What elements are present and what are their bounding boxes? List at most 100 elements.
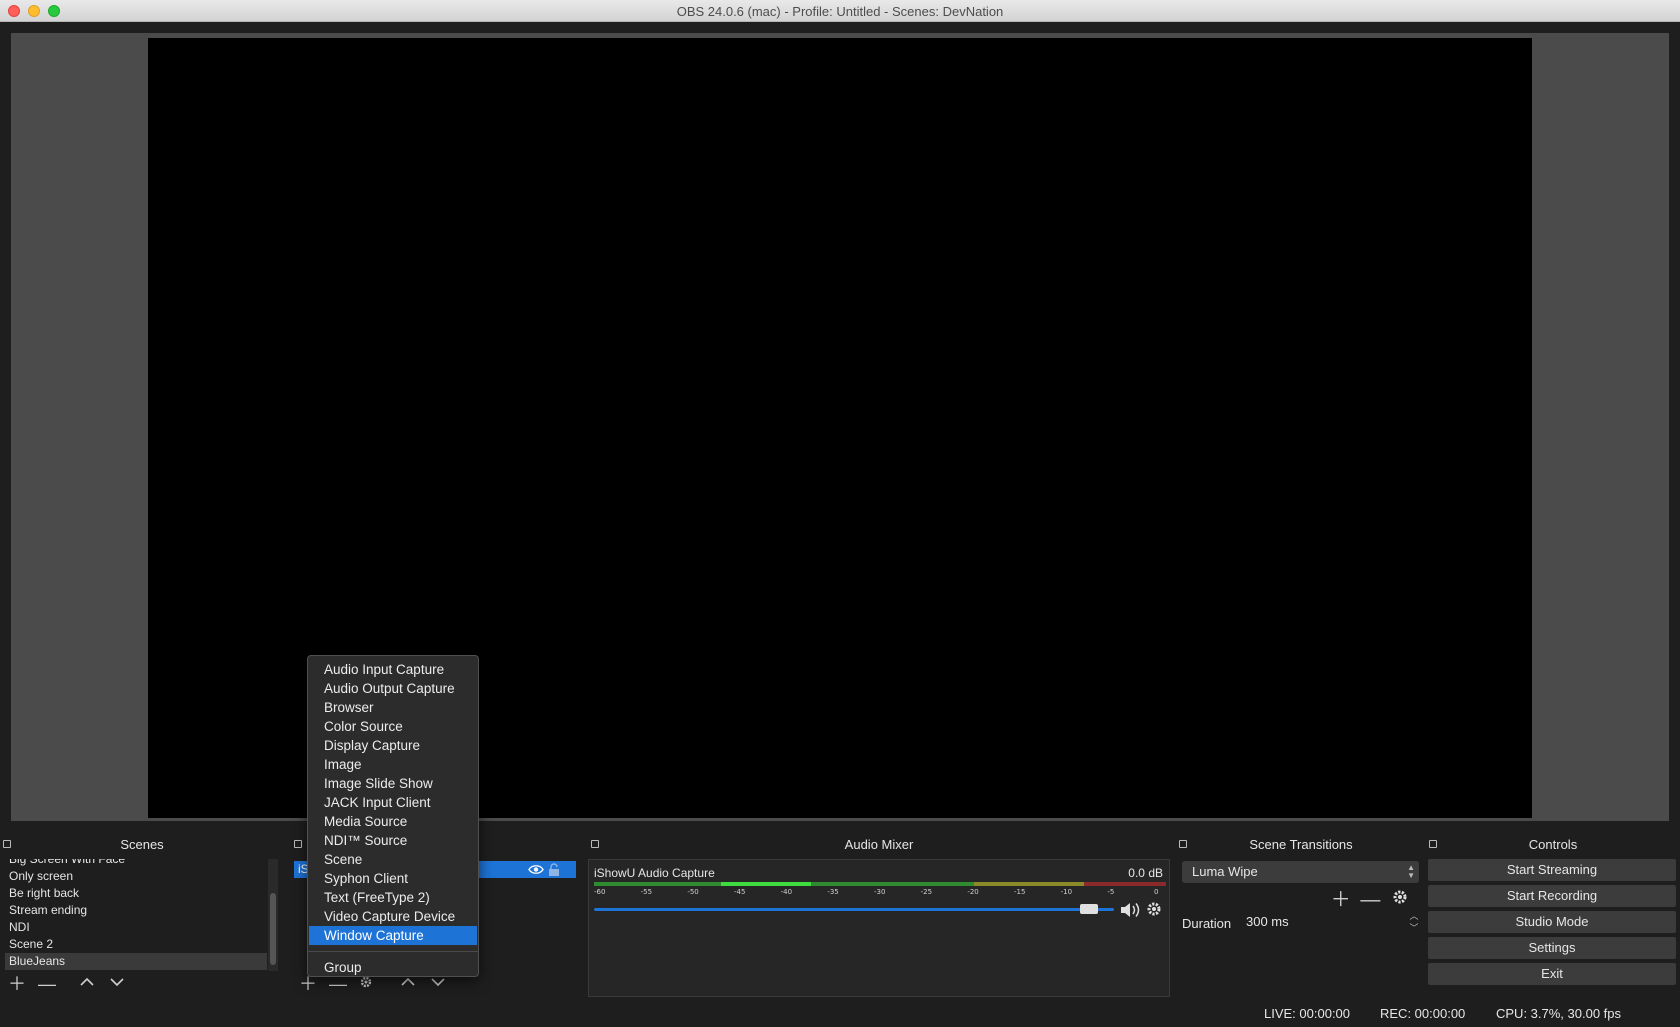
menu-item-video-capture-device[interactable]: Video Capture Device [308, 907, 478, 926]
menu-item-syphon-client[interactable]: Syphon Client [308, 869, 478, 888]
add-scene-button[interactable]: ＋ [6, 973, 28, 995]
volume-slider[interactable] [594, 904, 1114, 914]
scenes-dock: Scenes Big Screen With Face Only screen … [0, 835, 284, 997]
menu-item-ndi-source[interactable]: NDI™ Source [308, 831, 478, 850]
meter-tick-label: -45 [734, 888, 746, 896]
scenes-body: Big Screen With Face Only screen Be righ… [0, 859, 284, 997]
scrollbar-thumb[interactable] [270, 893, 276, 965]
chevron-down-icon [110, 978, 124, 987]
duration-stepper[interactable]: ︿ ﹀ [1407, 910, 1421, 934]
meter-red-zone [1084, 882, 1166, 886]
meter-tick-label: -40 [780, 888, 793, 896]
scene-item[interactable]: Be right back [5, 885, 267, 902]
meter-tick-label: -30 [874, 888, 886, 896]
dock-float-icon[interactable] [3, 840, 11, 848]
dock-float-icon[interactable] [1429, 840, 1437, 848]
eye-icon[interactable] [528, 864, 544, 875]
menu-item-color-source[interactable]: Color Source [308, 717, 478, 736]
meter-tick-label: -15 [1014, 888, 1026, 896]
menu-item-text-freetype[interactable]: Text (FreeType 2) [308, 888, 478, 907]
speaker-icon[interactable] [1119, 900, 1143, 920]
settings-button[interactable]: Settings [1428, 937, 1676, 959]
transition-properties-button[interactable] [1388, 888, 1412, 910]
meter-tick-label: -35 [827, 888, 839, 896]
scene-transitions-dock: Scene Transitions Luma Wipe ▲ ▼ ＋ — Durat… [1176, 835, 1426, 997]
controls-body: Start Streaming Start Recording Studio M… [1426, 859, 1680, 997]
scene-item[interactable]: Only screen [5, 868, 267, 885]
rec-timer: REC: 00:00:00 [1380, 1006, 1466, 1021]
lock-icon[interactable] [548, 863, 560, 876]
studio-mode-button[interactable]: Studio Mode [1428, 911, 1676, 933]
exit-button[interactable]: Exit [1428, 963, 1676, 985]
window-title: OBS 24.0.6 (mac) - Profile: Untitled - S… [676, 4, 1004, 19]
scene-item[interactable]: Stream ending [5, 902, 267, 919]
gear-icon [1393, 890, 1407, 904]
scene-transitions-header: Scene Transitions [1176, 835, 1426, 855]
menu-item-image[interactable]: Image [308, 755, 478, 774]
audio-mixer-header: Audio Mixer [588, 835, 1170, 855]
menu-item-image-slide-show[interactable]: Image Slide Show [308, 774, 478, 793]
meter-ticks: -60 -55 -50 -45 -40 -35 -30 -25 -20 -15 -10 -5 0 [594, 888, 1166, 900]
dock-float-icon[interactable] [1179, 840, 1187, 848]
meter-tick-label: -25 [920, 888, 933, 896]
scenes-title: Scenes [120, 837, 164, 852]
start-streaming-button[interactable]: Start Streaming [1428, 859, 1676, 881]
meter-tick-label: -55 [640, 888, 653, 896]
scene-item-selected[interactable]: BlueJeans [5, 953, 267, 970]
transition-select[interactable]: Luma Wipe ▲ ▼ [1182, 861, 1419, 883]
menu-item-scene[interactable]: Scene [308, 850, 478, 869]
add-source-menu: Audio Input Capture Audio Output Capture… [307, 655, 479, 977]
meter-active-level [721, 882, 811, 886]
meter-tick-label: 0 [1154, 888, 1159, 896]
preview-area[interactable] [11, 33, 1669, 821]
remove-transition-button[interactable]: — [1358, 889, 1382, 911]
scene-transitions-body: Luma Wipe ▲ ▼ ＋ — Duration 300 ms ︿ ﹀ [1176, 859, 1426, 997]
meter-tick-label: -5 [1107, 888, 1115, 896]
start-recording-button[interactable]: Start Recording [1428, 885, 1676, 907]
controls-dock: Controls Start Streaming Start Recording… [1426, 835, 1680, 997]
menu-item-display-capture[interactable]: Display Capture [308, 736, 478, 755]
scene-item[interactable]: Big Screen With Face [5, 859, 267, 868]
move-scene-up-button[interactable] [76, 973, 98, 995]
stepper-down-icon[interactable]: ﹀ [1407, 922, 1421, 934]
menu-item-jack-input-client[interactable]: JACK Input Client [308, 793, 478, 812]
controls-title: Controls [1528, 837, 1578, 852]
dock-float-icon[interactable] [591, 840, 599, 848]
chevron-up-icon [80, 977, 94, 986]
add-transition-button[interactable]: ＋ [1329, 889, 1353, 911]
dock-float-icon[interactable] [294, 840, 302, 848]
meter-tick-label: -60 [594, 888, 606, 896]
remove-scene-button[interactable]: — [36, 973, 58, 995]
meter-tick-label: -20 [967, 888, 979, 896]
title-bar: OBS 24.0.6 (mac) - Profile: Untitled - S… [0, 0, 1680, 22]
volume-slider-handle[interactable] [1080, 904, 1099, 914]
menu-separator [308, 951, 478, 952]
volume-meter [594, 882, 1166, 886]
menu-item-window-capture[interactable]: Window Capture [309, 926, 477, 945]
status-bar: LIVE: 00:00:00 REC: 00:00:00 CPU: 3.7%, … [0, 1000, 1680, 1027]
move-scene-down-button[interactable] [106, 973, 128, 995]
transition-select-value: Luma Wipe [1192, 864, 1258, 879]
scene-item[interactable]: Scene 2 [5, 936, 267, 953]
duration-label: Duration [1182, 916, 1232, 931]
audio-level-readout: 0.0 dB [1128, 866, 1163, 880]
gear-icon[interactable] [1145, 900, 1163, 918]
menu-item-audio-input-capture[interactable]: Audio Input Capture [308, 660, 478, 679]
meter-yellow-zone [974, 882, 1084, 886]
scene-list-scrollbar[interactable] [268, 859, 278, 971]
scenes-dock-header: Scenes [0, 835, 284, 855]
transition-toolbar: ＋ — [1327, 888, 1412, 911]
duration-input[interactable]: 300 ms [1239, 911, 1402, 933]
menu-item-media-source[interactable]: Media Source [308, 812, 478, 831]
menu-item-audio-output-capture[interactable]: Audio Output Capture [308, 679, 478, 698]
audio-channel-name: iShowU Audio Capture [594, 866, 715, 880]
audio-mixer-dock: Audio Mixer iShowU Audio Capture 0.0 dB … [588, 835, 1170, 997]
menu-item-browser[interactable]: Browser [308, 698, 478, 717]
scene-item[interactable]: NDI [5, 919, 267, 936]
stepper-up-icon[interactable]: ︿ [1407, 910, 1421, 922]
scene-transitions-title: Scene Transitions [1249, 837, 1353, 852]
cpu-status: CPU: 3.7%, 30.00 fps [1496, 1006, 1622, 1021]
menu-item-group[interactable]: Group [308, 958, 478, 977]
scene-list[interactable]: Big Screen With Face Only screen Be righ… [5, 859, 267, 971]
updown-arrows-icon: ▲ ▼ [1407, 863, 1415, 880]
